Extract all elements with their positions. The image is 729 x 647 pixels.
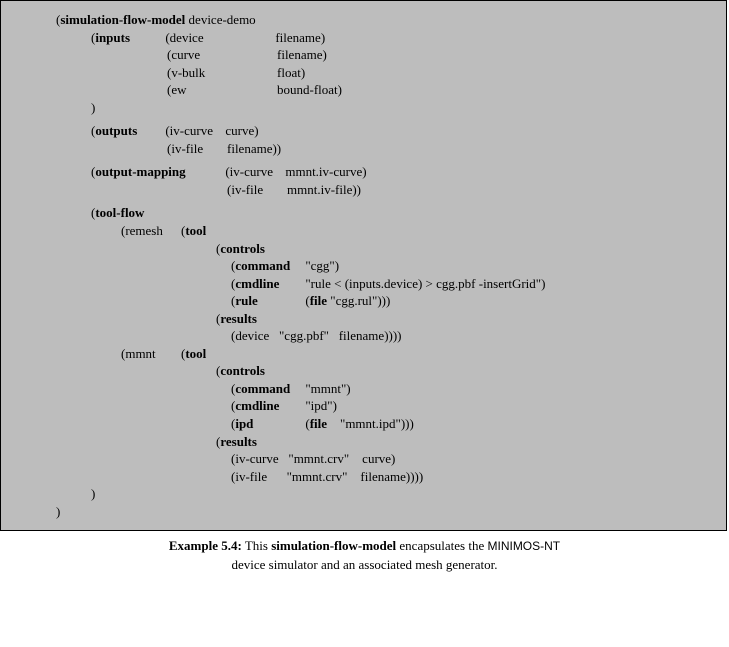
val-cmdline-0: "rule < (inputs.device) > cgg.pbf -inser…: [305, 275, 545, 293]
kw-results-0: results: [220, 310, 257, 328]
tool1-name: (mmnt: [121, 345, 181, 363]
outputs-row0: (outputs(iv-curvecurve): [1, 122, 726, 140]
kw-controls-1: controls: [220, 362, 265, 380]
kw-controls-0: controls: [220, 240, 265, 258]
tool1-ctrl-row2: (ipd(file "mmnt.ipd"))): [1, 415, 726, 433]
tool1-controls: (controls: [1, 362, 726, 380]
outmap-val-1: mmnt.iv-file)): [287, 181, 361, 199]
tool0-ctrl-row1: (cmdline"rule < (inputs.device) > cgg.pb…: [1, 275, 726, 293]
caption-label: Example 5.4:: [169, 538, 242, 553]
tool1-ctrl-row0: (command"mmnt"): [1, 380, 726, 398]
tool0-results: (results: [1, 310, 726, 328]
val-command-0: "cgg"): [305, 257, 339, 275]
inputs-row3: (ewbound-float): [1, 81, 726, 99]
code-listing-box: (simulation-flow-model device-demo (inpu…: [0, 0, 727, 531]
output-type-1: filename)): [227, 140, 281, 158]
kw-file-0: file: [310, 292, 327, 310]
res-line-0-0: (device "cgg.pbf" filename)))): [231, 327, 402, 345]
tool1-ctrl-row1: (cmdline"ipd"): [1, 397, 726, 415]
tool0-controls: (controls: [1, 240, 726, 258]
input-name-1: (curve: [167, 46, 277, 64]
input-type-0: filename): [275, 29, 325, 47]
kw-command-0: command: [235, 257, 305, 275]
output-type-0: curve): [225, 122, 258, 140]
inputs-row0: (inputs(devicefilename): [1, 29, 726, 47]
caption-tool: MINIMOS-NT: [487, 539, 560, 553]
outmap-row0: (output-mapping(iv-curvemmnt.iv-curve): [1, 163, 726, 181]
figure-caption: Example 5.4: This simulation-flow-model …: [0, 531, 729, 581]
sfm-name: device-demo: [189, 11, 256, 29]
tool0-open: (remesh(tool: [1, 222, 726, 240]
kw-tool-0: tool: [185, 222, 206, 240]
kw-cmdline-1: cmdline: [235, 397, 305, 415]
kw-tool-1: tool: [185, 345, 206, 363]
inputs-row1: (curvefilename): [1, 46, 726, 64]
kw-tool-flow: tool-flow: [95, 204, 144, 222]
tool1-open: (mmnt(tool: [1, 345, 726, 363]
outmap-name-0: (iv-curve: [225, 163, 285, 181]
sfm-close: ): [1, 503, 726, 521]
kw-cmdline-0: cmdline: [235, 275, 305, 293]
input-name-0: (device: [165, 29, 275, 47]
output-name-0: (iv-curve: [165, 122, 225, 140]
input-type-3: bound-float): [277, 81, 342, 99]
toolflow-open: (tool-flow: [1, 204, 726, 222]
kw-outputs: outputs: [95, 122, 165, 140]
kw-ipd-1: ipd: [235, 415, 305, 433]
outmap-row1: (iv-filemmnt.iv-file)): [1, 181, 726, 199]
tool0-ctrl-row0: (command"cgg"): [1, 257, 726, 275]
kw-rule-0: rule: [235, 292, 305, 310]
tool1-results: (results: [1, 433, 726, 451]
kw-sfm: simulation-flow-model: [60, 11, 185, 29]
input-type-1: filename): [277, 46, 327, 64]
tool0-name: (remesh: [121, 222, 181, 240]
kw-results-1: results: [220, 433, 257, 451]
tool1-res-row1: (iv-file "mmnt.crv" filename)))): [1, 468, 726, 486]
input-name-2: (v-bulk: [167, 64, 277, 82]
outmap-name-1: (iv-file: [227, 181, 287, 199]
input-name-3: (ew: [167, 81, 277, 99]
inputs-close: ): [1, 99, 726, 117]
caption-kw: simulation-flow-model: [271, 538, 396, 553]
kw-inputs: inputs: [95, 29, 165, 47]
res-line-1-0: (iv-curve "mmnt.crv" curve): [231, 450, 395, 468]
tool0-res-row0: (device "cgg.pbf" filename)))): [1, 327, 726, 345]
outmap-val-0: mmnt.iv-curve): [285, 163, 366, 181]
kw-command-1: command: [235, 380, 305, 398]
val-cmdline-1: "ipd"): [305, 397, 337, 415]
tool1-res-row0: (iv-curve "mmnt.crv" curve): [1, 450, 726, 468]
toolflow-close: ): [1, 485, 726, 503]
outputs-row1: (iv-filefilename)): [1, 140, 726, 158]
tool0-ctrl-row2: (rule(file "cgg.rul"))): [1, 292, 726, 310]
input-type-2: float): [277, 64, 305, 82]
sfm-header: (simulation-flow-model device-demo: [1, 11, 726, 29]
val-command-1: "mmnt"): [305, 380, 350, 398]
kw-file-1: file: [310, 415, 327, 433]
res-line-1-1: (iv-file "mmnt.crv" filename)))): [231, 468, 423, 486]
output-name-1: (iv-file: [167, 140, 227, 158]
kw-output-mapping: output-mapping: [95, 163, 225, 181]
inputs-row2: (v-bulkfloat): [1, 64, 726, 82]
